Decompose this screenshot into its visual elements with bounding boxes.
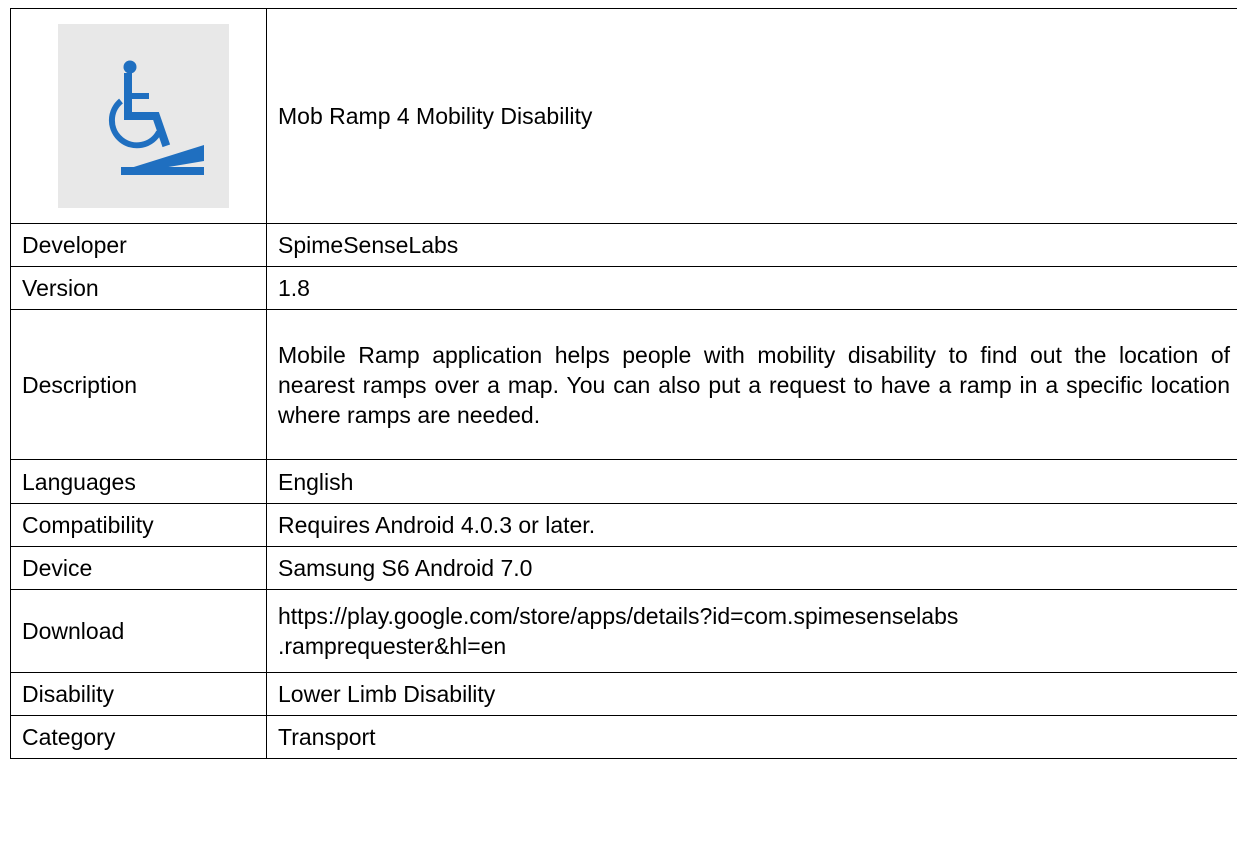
- info-row-compatibility: Compatibility Requires Android 4.0.3 or …: [10, 503, 1237, 547]
- info-row-description: Description Mobile Ramp application help…: [10, 309, 1237, 460]
- disability-value: Lower Limb Disability: [266, 672, 1237, 716]
- info-row-developer: Developer SpimeSenseLabs: [10, 223, 1237, 267]
- languages-label: Languages: [10, 459, 267, 504]
- disability-label: Disability: [10, 672, 267, 716]
- version-label: Version: [10, 266, 267, 310]
- info-row-disability: Disability Lower Limb Disability: [10, 672, 1237, 716]
- app-info-table: Mob Ramp 4 Mobility Disability Developer…: [10, 8, 1237, 759]
- developer-value: SpimeSenseLabs: [266, 223, 1237, 267]
- category-label: Category: [10, 715, 267, 759]
- languages-value: English: [266, 459, 1237, 504]
- description-value: Mobile Ramp application helps people wit…: [266, 309, 1237, 460]
- category-value: Transport: [266, 715, 1237, 759]
- compatibility-value: Requires Android 4.0.3 or later.: [266, 503, 1237, 547]
- info-row-category: Category Transport: [10, 715, 1237, 759]
- info-row-download: Download https://play.google.com/store/a…: [10, 589, 1237, 673]
- app-icon-cell: [10, 8, 267, 224]
- app-header-row: Mob Ramp 4 Mobility Disability: [10, 8, 1237, 224]
- device-value: Samsung S6 Android 7.0: [266, 546, 1237, 590]
- version-value: 1.8: [266, 266, 1237, 310]
- download-label: Download: [10, 589, 267, 673]
- description-label: Description: [10, 309, 267, 460]
- compatibility-label: Compatibility: [10, 503, 267, 547]
- info-row-version: Version 1.8: [10, 266, 1237, 310]
- wheelchair-ramp-icon: [58, 24, 229, 208]
- info-row-device: Device Samsung S6 Android 7.0: [10, 546, 1237, 590]
- info-row-languages: Languages English: [10, 459, 1237, 504]
- download-link[interactable]: https://play.google.com/store/apps/detai…: [266, 589, 1237, 673]
- developer-label: Developer: [10, 223, 267, 267]
- app-name: Mob Ramp 4 Mobility Disability: [266, 8, 1237, 224]
- device-label: Device: [10, 546, 267, 590]
